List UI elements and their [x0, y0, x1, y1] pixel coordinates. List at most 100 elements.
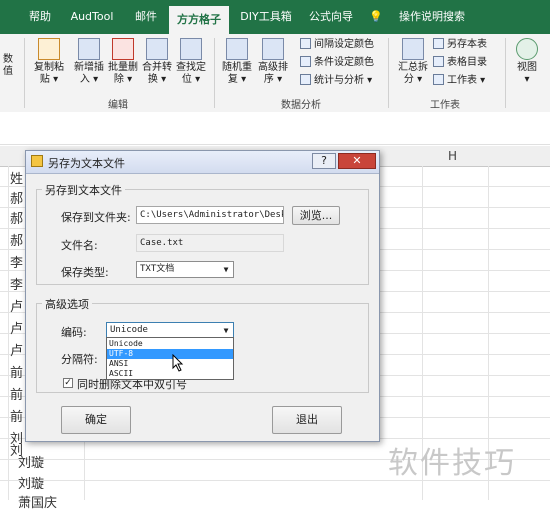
save-this-sheet-button[interactable]: 另存本表 — [433, 37, 487, 53]
cell-left[interactable]: 前 — [10, 406, 23, 425]
merge-convert-button[interactable]: 合并转 换 ▾ — [138, 38, 176, 86]
tab-search-help[interactable]: 操作说明搜索 — [388, 0, 476, 34]
summary-line1: 汇总拆 — [398, 62, 428, 73]
group-divider — [388, 38, 389, 108]
encoding-dropdown-list: Unicode UTF-8 ANSI ASCII — [106, 337, 234, 380]
summary-split-button[interactable]: 汇总拆 分 ▾ — [393, 38, 433, 86]
save-sheet-icon — [433, 38, 444, 49]
conditional-color-button[interactable]: 条件设定颜色 — [300, 55, 374, 71]
cell-left[interactable]: 郝 — [10, 188, 23, 207]
cell-left[interactable]: 李 — [10, 252, 23, 271]
remove-quotes-checkbox[interactable]: ✓ — [63, 378, 73, 388]
folder-path-field[interactable]: C:\Users\Administrator\Deskto — [136, 206, 284, 224]
save-sheet-label: 另存本表 — [447, 39, 487, 50]
dialog-title: 另存为文本文件 — [48, 157, 125, 170]
merge-line1: 合并转 — [142, 62, 172, 73]
help-button[interactable]: ? — [312, 153, 336, 169]
view-button[interactable]: 视图 ▾ — [510, 38, 544, 86]
stats-analysis-button[interactable]: 统计与分析 ▾ — [300, 73, 372, 89]
tab-formula-wizard[interactable]: 公式向导 — [302, 0, 360, 34]
insert-rows-icon — [78, 38, 100, 60]
browse-button[interactable]: 浏览... — [292, 206, 340, 225]
tab-help[interactable]: 帮助 — [22, 0, 58, 34]
stripe-color-icon — [300, 38, 311, 49]
close-icon[interactable]: ✕ — [338, 153, 376, 169]
cell-left[interactable]: 卢 — [10, 340, 23, 359]
cell-left[interactable]: 卢 — [10, 318, 23, 337]
number-format-cut-label[interactable]: 数值 — [0, 54, 16, 78]
worksheet-menu-button[interactable]: 工作表 ▾ — [433, 73, 485, 89]
sort-line2: 序 ▾ — [263, 74, 283, 85]
copy-paste-line1: 复制粘 — [34, 62, 64, 73]
stats-icon — [300, 74, 311, 85]
cell-left[interactable]: 卢 — [10, 296, 23, 315]
sort-line1: 高级排 — [258, 62, 288, 73]
encoding-select[interactable]: Unicode ▼ — [106, 322, 234, 338]
group-divider — [505, 38, 506, 108]
encoding-option[interactable]: ASCII — [107, 369, 233, 379]
interval-color-button[interactable]: 间隔设定颜色 — [300, 37, 374, 53]
app-icon — [31, 155, 43, 167]
copy-paste-button[interactable]: 复制粘 贴 ▾ — [30, 38, 68, 86]
view-circle-icon — [516, 38, 538, 60]
summary-split-icon — [402, 38, 424, 60]
worksheet-group-label: 工作表 — [430, 100, 460, 111]
chevron-down-icon: ▼ — [223, 265, 229, 274]
cell-left[interactable]: 李 — [10, 274, 23, 293]
find-line2: 位 ▾ — [181, 74, 201, 85]
tab-fangfanggezi[interactable]: 方方格子 — [169, 6, 229, 34]
random-grid-icon — [226, 38, 248, 60]
find-locate-button[interactable]: 查找定 位 ▾ — [172, 38, 210, 86]
copy-paste-line2: 贴 ▾ — [39, 74, 59, 85]
column-h-header[interactable]: H — [448, 149, 457, 163]
analysis-group-label: 数据分析 — [281, 100, 321, 111]
encoding-option[interactable]: Unicode — [107, 339, 233, 349]
cell-left[interactable]: 前 — [10, 362, 23, 381]
group-divider — [214, 38, 215, 108]
conditional-color-label: 条件设定颜色 — [314, 57, 374, 68]
batch-delete-button[interactable]: 批量删 除 ▾ — [104, 38, 142, 86]
cell-name[interactable]: 刘璇 — [18, 473, 44, 492]
sort-az-icon — [262, 38, 284, 60]
advanced-sort-button[interactable]: 高级排 序 ▾ — [254, 38, 292, 86]
tab-diy-toolbox[interactable]: DIY工具箱 — [233, 0, 299, 34]
chevron-down-icon: ▼ — [223, 326, 229, 335]
filename-field[interactable]: Case.txt — [136, 234, 284, 252]
view-label: 视图 — [517, 62, 537, 73]
batch-delete-line1: 批量删 — [108, 62, 138, 73]
tab-audtool[interactable]: AudTool — [62, 0, 122, 34]
exit-button[interactable]: 退出 — [272, 406, 342, 434]
cell-left[interactable]: 郝 — [10, 230, 23, 249]
random-line2: 复 ▾ — [227, 74, 247, 85]
find-line1: 查找定 — [176, 62, 206, 73]
summary-line2: 分 ▾ — [403, 74, 423, 85]
encoding-option-selected[interactable]: UTF-8 — [107, 349, 233, 359]
cell-name[interactable]: 刘璇 — [18, 452, 44, 471]
dialog-title-bar[interactable]: 另存为文本文件 ? ✕ — [26, 151, 379, 174]
condition-color-icon — [300, 56, 311, 67]
cell-left[interactable]: 姓 — [10, 168, 23, 187]
merge-line2: 换 ▾ — [147, 74, 167, 85]
cell-left[interactable]: 前 — [10, 384, 23, 403]
view-arrow: ▾ — [524, 74, 530, 85]
ok-button[interactable]: 确定 — [61, 406, 131, 434]
encoding-option[interactable]: ANSI — [107, 359, 233, 369]
tab-mail[interactable]: 邮件 — [126, 0, 166, 34]
delete-grid-icon — [112, 38, 134, 60]
cell-left[interactable]: 郝 — [10, 208, 23, 227]
encoding-label: 编码: — [61, 326, 87, 339]
random-repeat-button[interactable]: 随机重 复 ▾ — [218, 38, 256, 86]
ribbon-panel: 数值 复制粘 贴 ▾ 新增插 入 ▾ 批量删 除 ▾ 合并转 换 ▾ 查找定 位… — [0, 34, 550, 113]
delimiter-label: 分隔符: — [61, 353, 98, 366]
save-to-file-group-title: 另存到文本文件 — [42, 182, 125, 198]
interval-color-label: 间隔设定颜色 — [314, 39, 374, 50]
formula-bar-area[interactable] — [0, 112, 550, 145]
insert-button[interactable]: 新增插 入 ▾ — [70, 38, 108, 86]
folder-label: 保存到文件夹: — [61, 211, 131, 224]
save-type-select[interactable]: TXT文档 ▼ — [136, 261, 234, 278]
tab-cut-left[interactable] — [0, 0, 22, 34]
cell-name[interactable]: 萧国庆 — [18, 492, 57, 511]
lightbulb-icon: 💡 — [369, 10, 383, 23]
batch-delete-line2: 除 ▾ — [113, 74, 133, 85]
table-directory-button[interactable]: 表格目录 — [433, 55, 487, 71]
